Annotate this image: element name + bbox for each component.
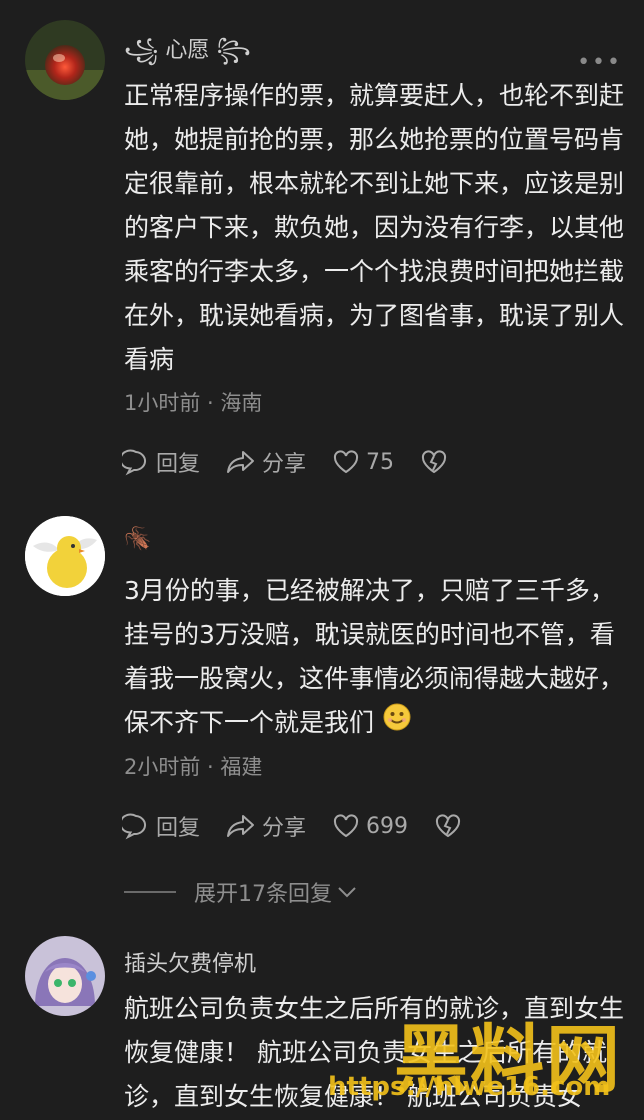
like-button[interactable]: 699 — [332, 813, 408, 839]
share-icon — [227, 451, 255, 473]
heart-icon — [334, 450, 359, 474]
smile-emoji-icon — [382, 702, 412, 746]
dislike-button[interactable] — [434, 813, 468, 839]
avatar[interactable] — [25, 20, 105, 100]
reply-icon — [122, 813, 146, 840]
username[interactable]: 🪳 — [124, 527, 151, 552]
heart-icon — [334, 814, 359, 838]
more-options-icon[interactable]: ••• — [577, 50, 622, 75]
chevron-down-icon — [338, 887, 356, 898]
divider — [124, 891, 176, 893]
comment-actions: 回复 分享 75 — [122, 446, 480, 478]
share-icon — [227, 815, 255, 837]
comment-text: 3月份的事，已经被解决了，只赔了三千多，挂号的3万没赔，耽误就医的时间也不管，看… — [124, 569, 624, 746]
dislike-button[interactable] — [420, 449, 454, 475]
comment-text: 正常程序操作的票，就算要赶人，也轮不到赶她，她提前抢的票，那么她抢票的位置号码肯… — [124, 81, 625, 374]
username[interactable]: ꧁ 心愿 ꧂ — [124, 32, 251, 78]
reply-button[interactable]: 回复 — [122, 446, 200, 478]
share-button[interactable]: 分享 — [226, 446, 306, 478]
avatar[interactable] — [25, 516, 105, 596]
broken-heart-icon — [436, 814, 461, 838]
expand-replies-button[interactable]: 展开17条回复 — [124, 876, 358, 908]
broken-heart-icon — [422, 450, 447, 474]
decor-swirl-icon: ꧂ — [209, 38, 251, 63]
decor-swirl-icon: ꧁ — [124, 38, 166, 63]
share-button[interactable]: 分享 — [226, 810, 306, 842]
reply-icon — [122, 449, 146, 476]
username[interactable]: 插头欠费停机 — [124, 946, 256, 978]
watermark-url: https://hlwe16.com — [328, 1072, 611, 1102]
comment-meta: 2小时前 · 福建 — [124, 755, 263, 779]
like-button[interactable]: 75 — [332, 449, 394, 475]
comment-meta: 1小时前 · 海南 — [124, 391, 263, 415]
reply-button[interactable]: 回复 — [122, 810, 200, 842]
bug-icon: 🪳 — [124, 527, 152, 552]
avatar[interactable] — [25, 936, 105, 1016]
comment-actions: 回复 分享 699 — [122, 810, 494, 842]
